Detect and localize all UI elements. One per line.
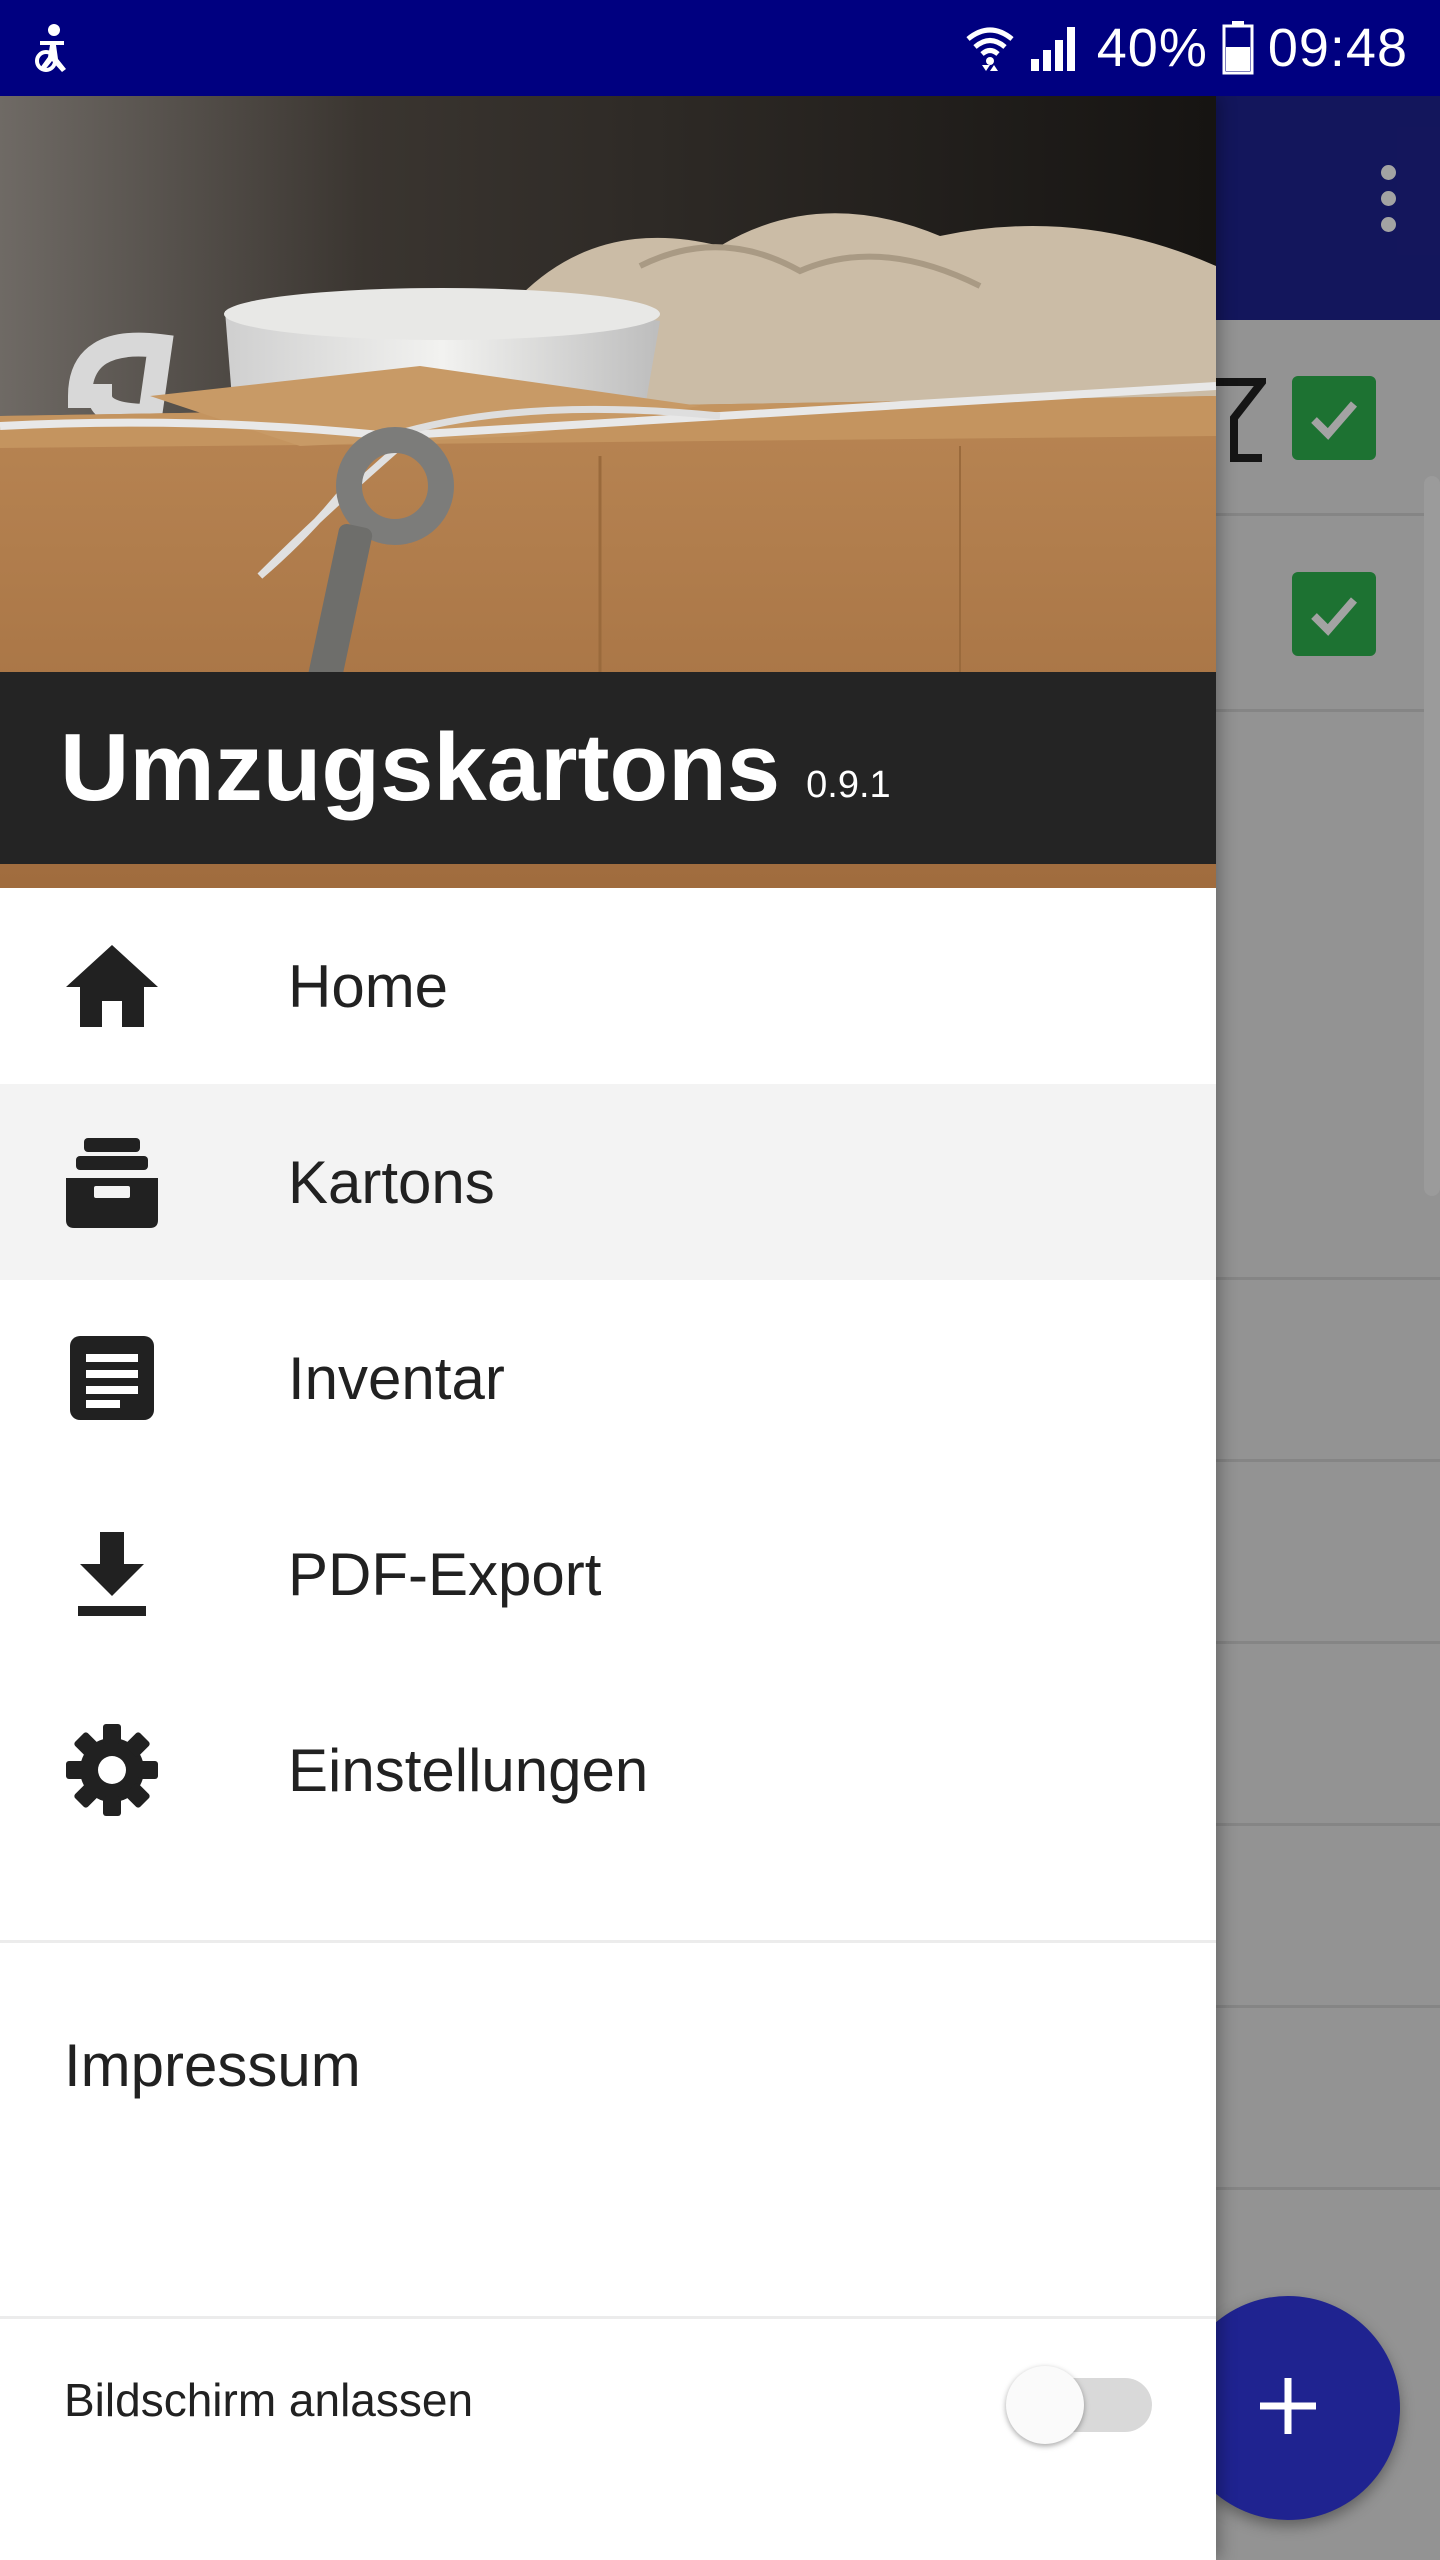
document-icon <box>64 1330 160 1426</box>
battery-icon <box>1222 21 1254 75</box>
menu-item-pdf-export[interactable]: PDF-Export <box>0 1476 1216 1672</box>
navigation-drawer: Umzugskartons 0.9.1 Home Kartons Inventa… <box>0 96 1216 2560</box>
home-icon <box>64 938 160 1034</box>
box-archive-icon <box>64 1134 160 1230</box>
clock: 09:48 <box>1267 18 1408 78</box>
app-title-band: Umzugskartons 0.9.1 <box>0 672 1216 864</box>
menu-item-label: Kartons <box>288 1148 495 1216</box>
plus-icon <box>1256 2374 1320 2443</box>
divider <box>0 1940 1216 1943</box>
accessibility-icon <box>32 23 72 73</box>
app-version: 0.9.1 <box>806 763 891 806</box>
impressum-link[interactable]: Impressum <box>64 2031 361 2100</box>
download-icon <box>64 1526 160 1622</box>
menu-item-home[interactable]: Home <box>0 888 1216 1084</box>
menu-item-inventar[interactable]: Inventar <box>0 1280 1216 1476</box>
keep-screen-on-label: Bildschirm anlassen <box>64 2374 474 2426</box>
toggle-thumb <box>1006 2366 1084 2444</box>
menu-item-label: Inventar <box>288 1344 505 1412</box>
keep-screen-on-toggle[interactable] <box>1006 2366 1152 2444</box>
menu-item-label: Home <box>288 952 449 1020</box>
menu-item-kartons[interactable]: Kartons <box>0 1084 1216 1280</box>
menu-item-label: PDF-Export <box>288 1540 602 1608</box>
status-bar: 40% 09:48 <box>0 0 1440 96</box>
menu-item-einstellungen[interactable]: Einstellungen <box>0 1672 1216 1868</box>
divider <box>0 2316 1216 2319</box>
battery-percent: 40% <box>1096 18 1208 78</box>
menu-item-label: Einstellungen <box>288 1736 649 1804</box>
drawer-menu: Home Kartons Inventar PDF-Export Einstel… <box>0 888 1216 1868</box>
wifi-icon <box>965 23 1015 73</box>
app-title: Umzugskartons <box>60 714 781 821</box>
gear-icon <box>64 1722 160 1818</box>
signal-icon <box>1029 23 1083 73</box>
drawer-header: Umzugskartons 0.9.1 <box>0 96 1216 888</box>
